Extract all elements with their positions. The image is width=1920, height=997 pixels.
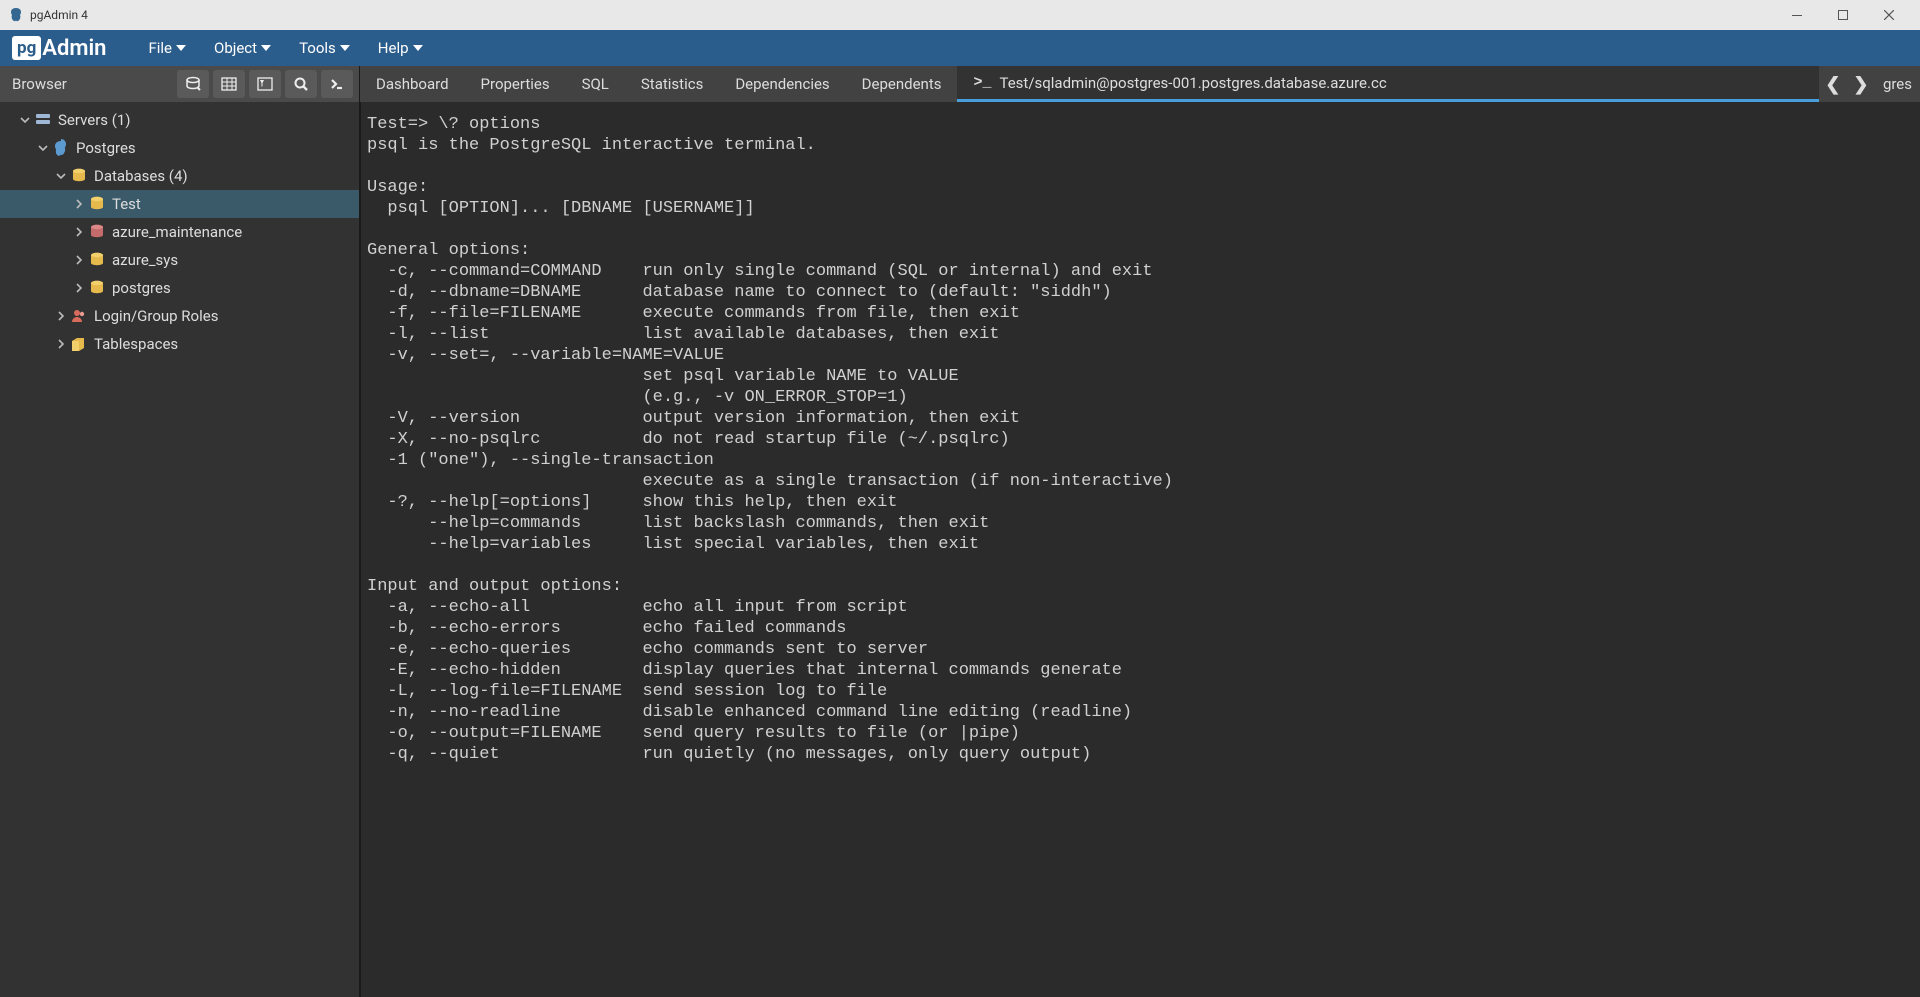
window-title: pgAdmin 4	[30, 8, 88, 22]
psql-tool-button[interactable]	[321, 70, 353, 98]
tablespace-icon	[70, 335, 88, 353]
tree-label: Servers (1)	[58, 111, 131, 129]
menu-file-label: File	[148, 39, 172, 57]
tree-label: Databases (4)	[94, 167, 188, 185]
menu-help-label: Help	[378, 39, 409, 57]
tab-label: Properties	[481, 75, 550, 93]
tree-node-databases[interactable]: Databases (4)	[0, 162, 359, 190]
menu-tools[interactable]: Tools	[285, 31, 364, 65]
chevron-right-icon[interactable]	[54, 339, 68, 349]
sidebar-title: Browser	[12, 75, 67, 93]
menubar: pg Admin File Object Tools Help	[0, 30, 1920, 66]
tab-label: SQL	[582, 75, 609, 93]
tree-node-tablespaces[interactable]: Tablespaces	[0, 330, 359, 358]
window-maximize-button[interactable]	[1820, 0, 1866, 30]
chevron-down-icon[interactable]	[54, 171, 68, 181]
tab-properties[interactable]: Properties	[465, 66, 566, 102]
tree-label: Test	[112, 195, 141, 213]
chevron-right-icon[interactable]	[54, 311, 68, 321]
chevron-down-icon	[340, 45, 350, 51]
chevron-down-icon	[176, 45, 186, 51]
tree-node-db-test[interactable]: Test	[0, 190, 359, 218]
app-icon	[8, 7, 24, 23]
workspace: Browser	[0, 66, 1920, 997]
server-group-icon	[34, 111, 52, 129]
tree-label: Login/Group Roles	[94, 307, 218, 325]
window-close-button[interactable]	[1866, 0, 1912, 30]
menu-tools-label: Tools	[299, 39, 336, 57]
tree-node-db-azure-maintenance[interactable]: azure_maintenance	[0, 218, 359, 246]
tree-label: postgres	[112, 279, 171, 297]
tab-dashboard[interactable]: Dashboard	[360, 66, 465, 102]
tab-dependents[interactable]: Dependents	[846, 66, 958, 102]
sidebar: Browser	[0, 66, 360, 997]
app-logo: pg Admin	[12, 36, 106, 61]
tab-label: Dashboard	[376, 75, 449, 93]
psql-terminal-output[interactable]: Test=> \? options psql is the PostgreSQL…	[360, 102, 1920, 997]
filter-rows-button[interactable]	[249, 70, 281, 98]
tree-node-login-roles[interactable]: Login/Group Roles	[0, 302, 359, 330]
chevron-down-icon	[261, 45, 271, 51]
tab-label: Dependencies	[735, 75, 829, 93]
chevron-right-icon[interactable]	[72, 255, 86, 265]
chevron-down-icon	[413, 45, 423, 51]
logo-pg: pg	[12, 36, 41, 60]
chevron-right-icon[interactable]	[72, 199, 86, 209]
menu-file[interactable]: File	[134, 31, 200, 65]
tree-label: Tablespaces	[94, 335, 178, 353]
sidebar-header: Browser	[0, 66, 359, 102]
tab-psql-terminal[interactable]: >_ Test/sqladmin@postgres-001.postgres.d…	[957, 66, 1818, 102]
object-tree[interactable]: Servers (1) Postgres Databases (4) Test	[0, 102, 359, 997]
chevron-right-icon[interactable]	[72, 283, 86, 293]
search-objects-button[interactable]	[285, 70, 317, 98]
roles-icon	[70, 307, 88, 325]
sidebar-toolbar	[177, 70, 353, 98]
tab-label: Statistics	[641, 75, 703, 93]
chevron-down-icon[interactable]	[18, 115, 32, 125]
tree-label: azure_maintenance	[112, 223, 242, 241]
tab-label: Dependents	[862, 75, 942, 93]
view-data-button[interactable]	[213, 70, 245, 98]
tab-statistics[interactable]: Statistics	[625, 66, 719, 102]
database-icon	[88, 279, 106, 297]
tab-scroll-right-button[interactable]: ❯	[1847, 66, 1875, 102]
tree-node-db-postgres[interactable]: postgres	[0, 274, 359, 302]
tab-label: gres	[1883, 75, 1912, 93]
terminal-icon: >_	[973, 74, 991, 91]
main-content: Dashboard Properties SQL Statistics Depe…	[360, 66, 1920, 997]
chevron-right-icon[interactable]	[72, 227, 86, 237]
database-disconnected-icon	[88, 223, 106, 241]
tab-bar: Dashboard Properties SQL Statistics Depe…	[360, 66, 1920, 102]
database-icon	[70, 167, 88, 185]
database-icon	[88, 251, 106, 269]
menu-object[interactable]: Object	[200, 31, 285, 65]
logo-admin: Admin	[42, 36, 106, 61]
database-icon	[88, 195, 106, 213]
tree-label: azure_sys	[112, 251, 178, 269]
elephant-icon	[52, 139, 70, 157]
tree-node-server-postgres[interactable]: Postgres	[0, 134, 359, 162]
tree-label: Postgres	[76, 139, 136, 157]
tab-label: Test/sqladmin@postgres-001.postgres.data…	[1000, 74, 1387, 92]
menu-object-label: Object	[214, 39, 257, 57]
tab-scroll-left-button[interactable]: ❮	[1819, 66, 1847, 102]
window-minimize-button[interactable]	[1774, 0, 1820, 30]
menu-help[interactable]: Help	[364, 31, 437, 65]
query-tool-button[interactable]	[177, 70, 209, 98]
window-titlebar: pgAdmin 4	[0, 0, 1920, 30]
tree-node-db-azure-sys[interactable]: azure_sys	[0, 246, 359, 274]
tree-node-servers[interactable]: Servers (1)	[0, 106, 359, 134]
tab-dependencies[interactable]: Dependencies	[719, 66, 845, 102]
tab-overflow-fragment[interactable]: gres	[1875, 66, 1920, 102]
tab-sql[interactable]: SQL	[566, 66, 625, 102]
chevron-down-icon[interactable]	[36, 143, 50, 153]
